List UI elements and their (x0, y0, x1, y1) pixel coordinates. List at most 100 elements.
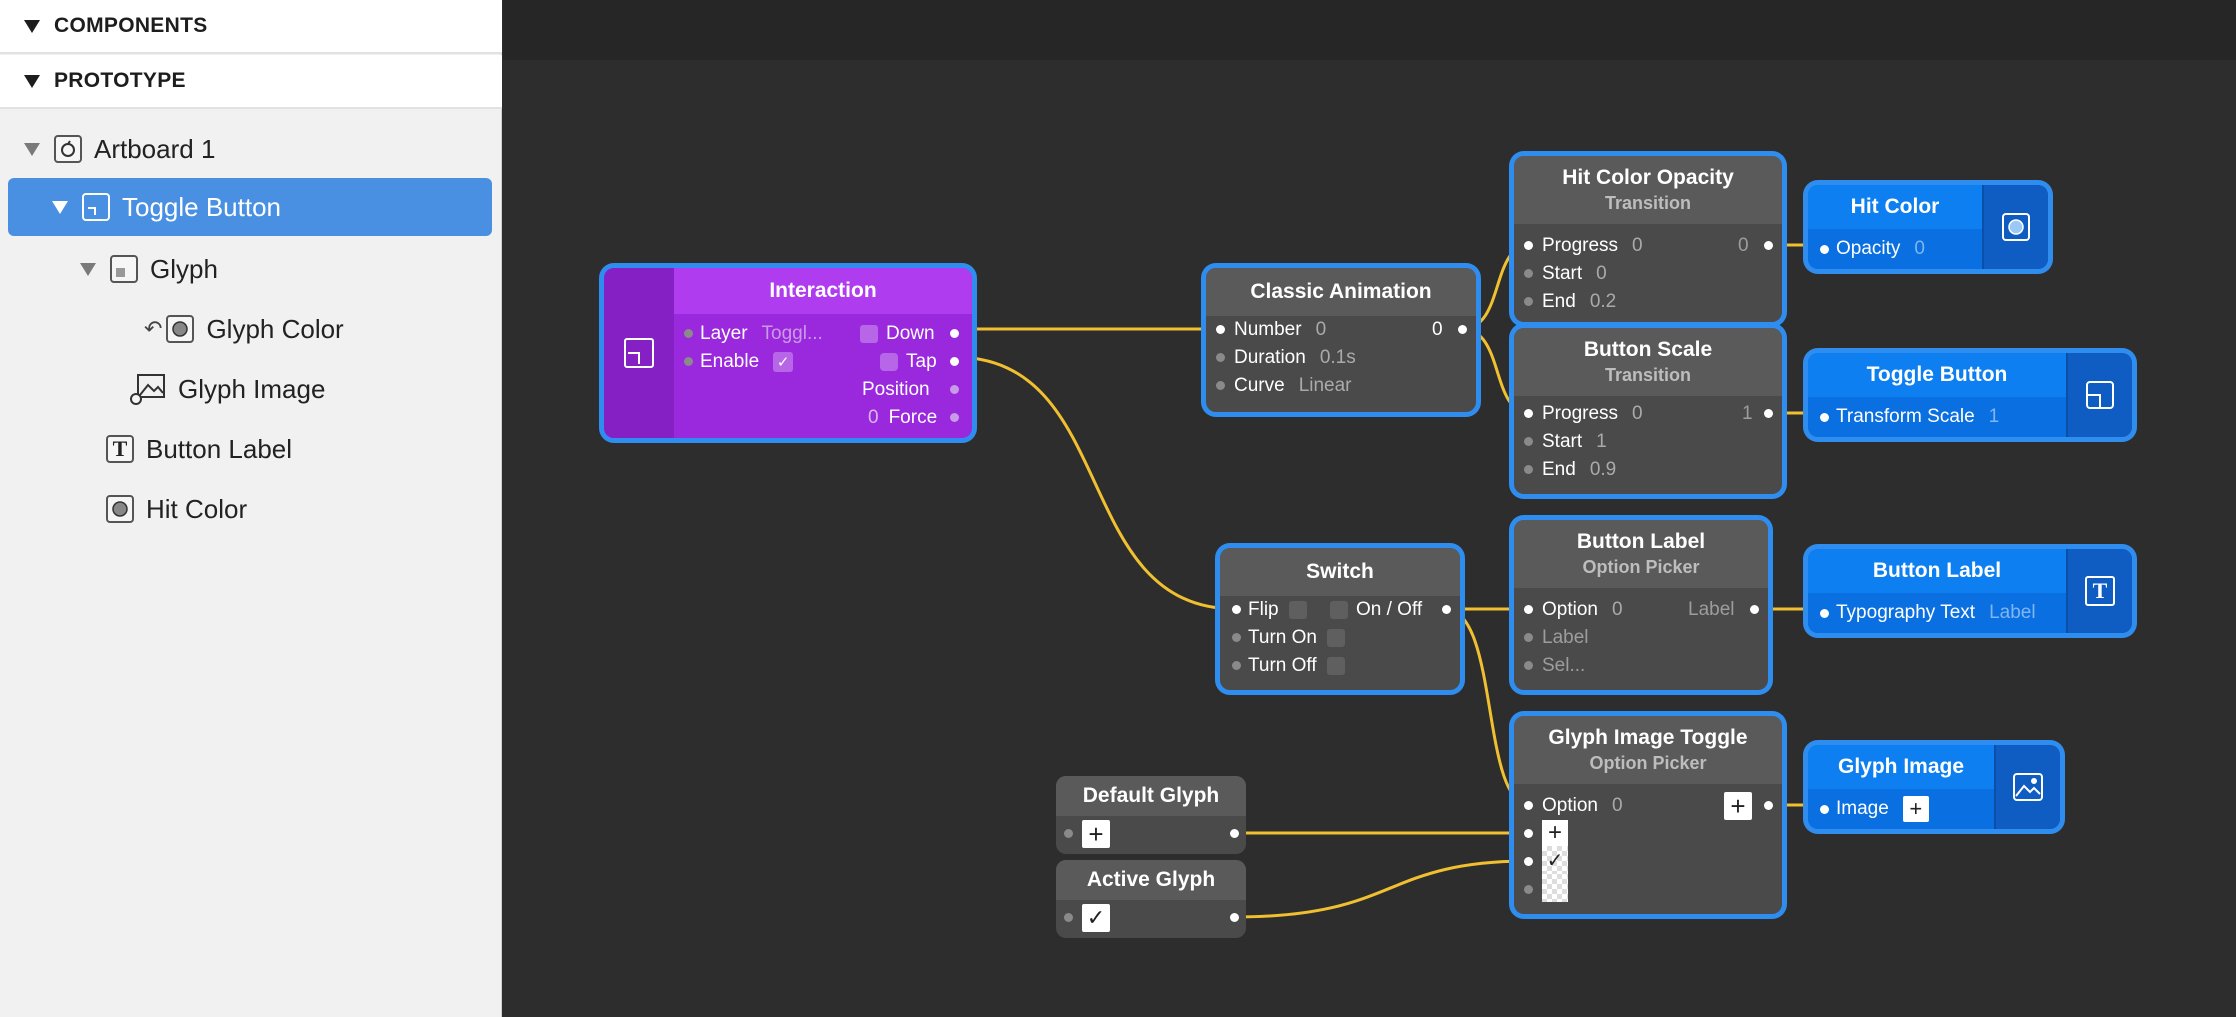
port-label: Option (1542, 599, 1598, 620)
circle-fill-icon (106, 495, 134, 523)
option-item-port[interactable]: Sel... (1542, 654, 1585, 678)
port-label: End (1542, 291, 1576, 312)
checkmark-icon: ✓ (1082, 904, 1110, 932)
prototype-section-header[interactable]: PROTOTYPE (0, 55, 502, 109)
port-label: Option (1542, 795, 1598, 816)
collapse-triangle-icon[interactable] (24, 74, 40, 88)
output-port[interactable]: Label (1688, 598, 1735, 622)
active-glyph-node[interactable]: Active Glyph ✓ (1056, 860, 1246, 938)
plus-icon: + (1082, 820, 1110, 848)
number-port[interactable]: Number 0 (1234, 318, 1326, 342)
hit-color-layer-node[interactable]: Hit Color Opacity 0 (1808, 185, 2048, 269)
progress-port[interactable]: Progress 0 (1542, 234, 1643, 258)
end-port[interactable]: End 0.9 (1542, 458, 1616, 482)
port-label: Start (1542, 431, 1583, 452)
turn-off-port[interactable]: Turn Off (1248, 654, 1353, 678)
artboard-icon (54, 135, 82, 163)
checkmark-icon[interactable]: ✓ (773, 352, 794, 372)
layer-artboard-1[interactable]: Artboard 1 (24, 120, 215, 178)
port-value: 1 (1742, 403, 1753, 424)
force-port[interactable]: 0 Force (868, 406, 937, 430)
interaction-node[interactable]: Interaction Layer Toggl... Down Enable ✓ T… (604, 268, 972, 438)
switch-node[interactable]: Switch Flip On / Off Turn On Turn Off (1220, 548, 1460, 690)
layer-toggle-button[interactable]: Toggle Button (8, 178, 492, 236)
port-label: Flip (1248, 599, 1279, 620)
start-port[interactable]: Start 0 (1542, 262, 1607, 286)
transform-scale-port[interactable]: Transform Scale 1 (1808, 397, 2066, 437)
image-port[interactable]: Image + (1808, 789, 1994, 829)
port-value: Sel... (1542, 655, 1586, 676)
output-port[interactable]: 1 (1742, 402, 1753, 426)
turn-on-port[interactable]: Turn On (1248, 626, 1353, 650)
output-port[interactable]: 0 (1738, 234, 1749, 258)
option-port[interactable]: Option 0 (1542, 794, 1623, 818)
option-item-port[interactable]: Label (1542, 626, 1589, 650)
start-port[interactable]: Start 1 (1542, 430, 1607, 454)
layer-button-label[interactable]: T Button Label (106, 420, 292, 478)
button-label-layer-node[interactable]: Button Label Typography Text Label T (1808, 549, 2132, 633)
node-title: Button Scale (1583, 338, 1713, 361)
progress-port[interactable]: Progress 0 (1542, 402, 1643, 426)
disclosure-triangle-icon[interactable] (52, 200, 68, 214)
interaction-layer-tab (604, 268, 674, 438)
layers-sidebar: COMPONENTS PROTOTYPE Artboard 1 Toggle B… (0, 0, 502, 1017)
port-label: On / Off (1356, 599, 1423, 620)
default-glyph-node[interactable]: Default Glyph + (1056, 776, 1246, 854)
layer-hit-color[interactable]: Hit Color (106, 480, 247, 538)
down-port[interactable]: Down (860, 322, 935, 346)
end-port[interactable]: End 0.2 (1542, 290, 1616, 314)
layer-glyph-image[interactable]: Glyph Image (130, 360, 325, 418)
opacity-port[interactable]: Opacity 0 (1808, 229, 1982, 269)
link-arrow-icon: ↶ (144, 316, 163, 341)
pulse-indicator-icon (1288, 601, 1307, 619)
layer-glyph[interactable]: Glyph (80, 240, 218, 298)
classic-animation-node[interactable]: Classic Animation Number 0 0 Duration 0.1s… (1206, 268, 1476, 412)
duration-port[interactable]: Duration 0.1s (1234, 346, 1356, 370)
port-label: Turn Off (1248, 655, 1317, 676)
port-value: 1 (1596, 431, 1607, 452)
disclosure-triangle-icon[interactable] (24, 142, 40, 156)
port-value: 0 (1611, 599, 1623, 620)
port-label: Transform Scale (1836, 406, 1975, 427)
layer-glyph-color[interactable]: ↶ Glyph Color (144, 300, 344, 358)
layer-square-icon (624, 338, 654, 368)
canvas-toolbar (503, 0, 2236, 60)
layer-label: Glyph (150, 253, 218, 284)
option-port[interactable]: Option 0 (1542, 598, 1623, 622)
image-icon (130, 374, 166, 405)
node-title: Button Label (1576, 530, 1706, 553)
text-T-icon: T (2066, 549, 2132, 633)
node-header: Glyph Image Toggle Option Picker (1514, 716, 1782, 784)
port-value: Linear (1298, 375, 1352, 396)
curve-port[interactable]: Curve Linear (1234, 374, 1352, 398)
hit-color-opacity-node[interactable]: Hit Color Opacity Transition Progress 0 0 … (1514, 156, 1782, 322)
tap-port[interactable]: Tap (880, 350, 937, 374)
components-section-header[interactable]: COMPONENTS (0, 0, 502, 54)
onoff-port[interactable]: On / Off (1330, 598, 1422, 622)
components-title: COMPONENTS (54, 14, 208, 37)
node-title: Classic Animation (1206, 268, 1476, 316)
layer-label: Glyph Image (178, 373, 326, 404)
glyph-image-toggle-node[interactable]: Glyph Image Toggle Option Picker Option 0 … (1514, 716, 1782, 914)
layer-label: Glyph Color (206, 313, 344, 344)
glyph-image-layer-node[interactable]: Glyph Image Image + (1808, 745, 2060, 829)
toggle-button-layer-node[interactable]: Toggle Button Transform Scale 1 (1808, 353, 2132, 437)
typography-text-port[interactable]: Typography Text Label (1808, 593, 2066, 633)
node-title: Hit Color Opacity (1562, 166, 1734, 189)
circle-fill-icon (166, 315, 195, 343)
collapse-triangle-icon[interactable] (24, 19, 40, 33)
plus-icon: + (1542, 819, 1568, 846)
patch-canvas[interactable] (503, 0, 2236, 1017)
layer-port[interactable]: Layer Toggl... (700, 322, 823, 346)
enable-port[interactable]: Enable ✓ (700, 350, 794, 374)
flip-port[interactable]: Flip (1248, 598, 1315, 622)
port-label: Image (1836, 798, 1889, 819)
node-subtitle: Transition (1604, 365, 1691, 385)
port-label: Typography Text (1836, 602, 1976, 623)
disclosure-triangle-icon[interactable] (80, 262, 96, 276)
button-scale-node[interactable]: Button Scale Transition Progress 0 1 Start… (1514, 328, 1782, 494)
button-label-option-picker-node[interactable]: Button Label Option Picker Option 0 Label … (1514, 520, 1768, 690)
layer-label: Hit Color (146, 493, 248, 524)
output-port[interactable]: 0 (1432, 318, 1443, 342)
position-port[interactable]: Position (862, 378, 930, 402)
